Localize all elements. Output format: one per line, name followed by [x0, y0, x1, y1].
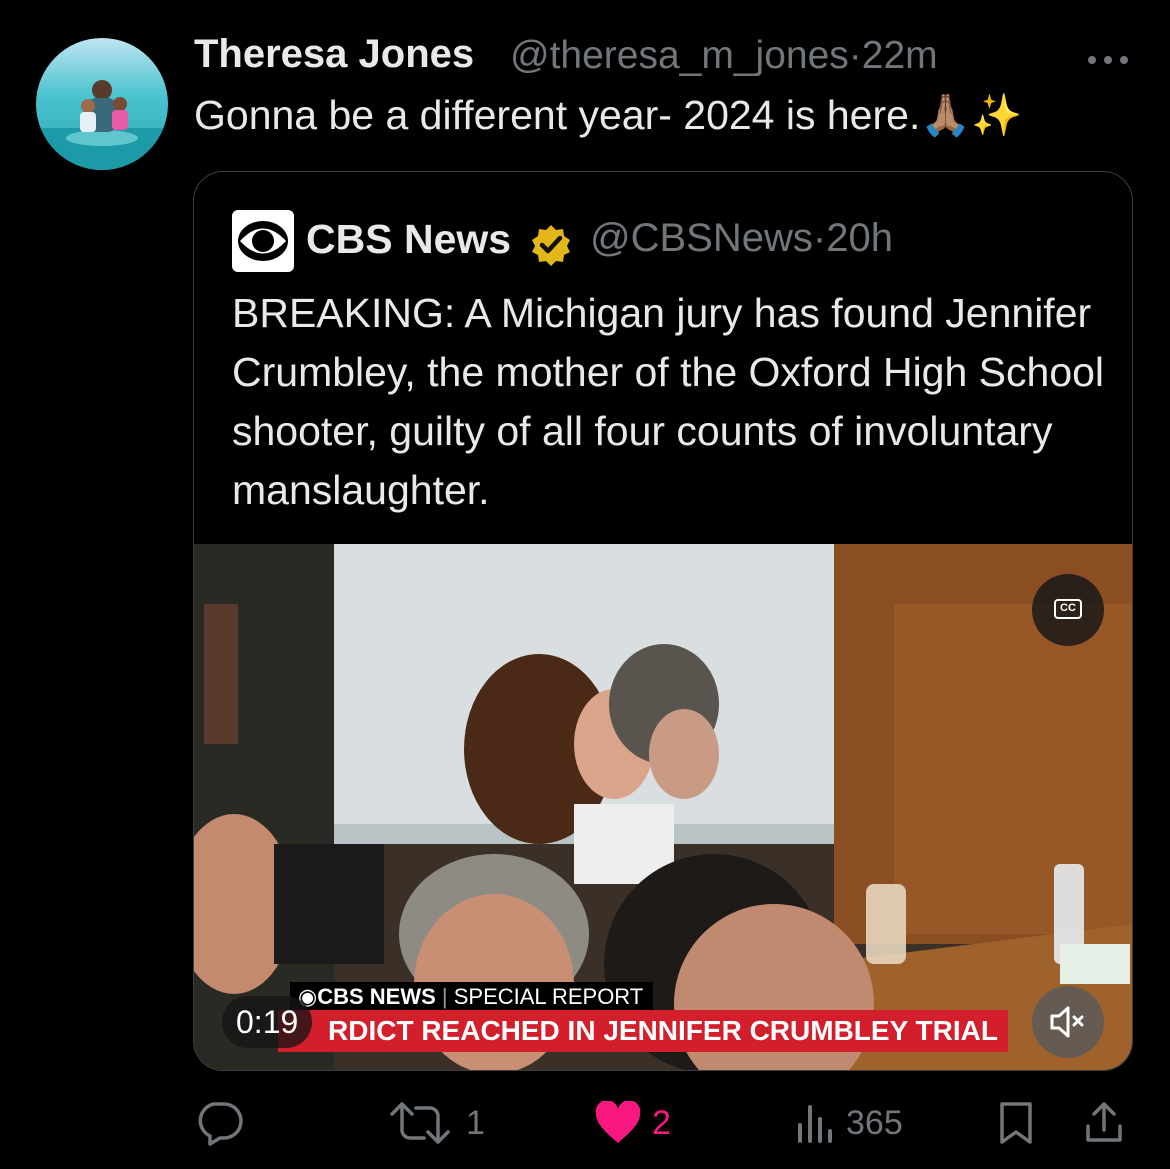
avatar[interactable]: [36, 38, 168, 170]
quoted-handle[interactable]: @CBSNews: [590, 216, 813, 260]
cbs-logo-avatar[interactable]: [232, 210, 294, 272]
views-button[interactable]: 365: [796, 1098, 903, 1148]
quoted-author-name[interactable]: CBS News: [306, 216, 511, 263]
cbs-eye-icon: [238, 221, 288, 261]
chyron-divider: |: [441, 984, 448, 1009]
tweet-body: Gonna be a different year- 2024 is here.: [194, 92, 921, 138]
author-handle-time[interactable]: @theresa_m_jones·22m: [510, 34, 938, 78]
mute-icon: [1050, 1006, 1084, 1038]
bookmark-button[interactable]: [996, 1098, 1036, 1148]
chyron-tag: SPECIAL REPORT: [453, 984, 644, 1009]
views-icon: [798, 1105, 832, 1143]
verified-badge-icon[interactable]: [528, 222, 574, 268]
separator: ·: [848, 34, 862, 77]
chyron-headline: RDICT REACHED IN JENNIFER CRUMBLEY TRIAL: [278, 1010, 1008, 1052]
retweet-icon: [390, 1102, 450, 1144]
quoted-tweet-text: BREAKING: A Michigan jury has found Jenn…: [232, 290, 1105, 513]
tweet-time[interactable]: 22m: [862, 34, 938, 77]
like-icon: [595, 1101, 641, 1143]
retweet-count: 1: [466, 1103, 485, 1142]
reply-button[interactable]: [194, 1098, 244, 1148]
views-count: 365: [846, 1103, 903, 1142]
retweet-button[interactable]: 1: [384, 1098, 485, 1148]
reply-icon: [198, 1102, 243, 1146]
share-button[interactable]: [1082, 1098, 1126, 1148]
author-handle[interactable]: @theresa_m_jones: [510, 34, 849, 77]
more-icon[interactable]: [1084, 50, 1132, 70]
like-button[interactable]: 2: [594, 1098, 671, 1148]
avatar-image: [36, 38, 168, 170]
tweet-emoji: 🙏🏽✨: [920, 92, 1023, 138]
video-timestamp: 0:19: [222, 996, 313, 1048]
quoted-tweet-card[interactable]: CBS News @CBSNews·20h BREAKING: A Michig…: [193, 171, 1133, 1071]
chyron-top: ◉CBS NEWS | SPECIAL REPORT: [290, 982, 654, 1012]
quoted-handle-time[interactable]: @CBSNews·20h: [590, 216, 893, 261]
separator: ·: [812, 216, 827, 260]
closed-captions-button[interactable]: CC: [1032, 574, 1104, 646]
quoted-time[interactable]: 20h: [826, 216, 893, 260]
cc-icon: CC: [1054, 599, 1082, 619]
video-player[interactable]: CC ◉CBS NEWS | SPECIAL REPORT RDICT REAC…: [194, 544, 1132, 1070]
like-count: 2: [652, 1103, 671, 1142]
author-name[interactable]: Theresa Jones: [194, 32, 474, 77]
share-icon: [1086, 1102, 1122, 1142]
tweet-text: Gonna be a different year- 2024 is here.…: [194, 92, 1022, 140]
chyron-brand: CBS NEWS: [317, 984, 436, 1009]
bookmark-icon: [1000, 1102, 1032, 1144]
mute-button[interactable]: [1032, 986, 1104, 1058]
